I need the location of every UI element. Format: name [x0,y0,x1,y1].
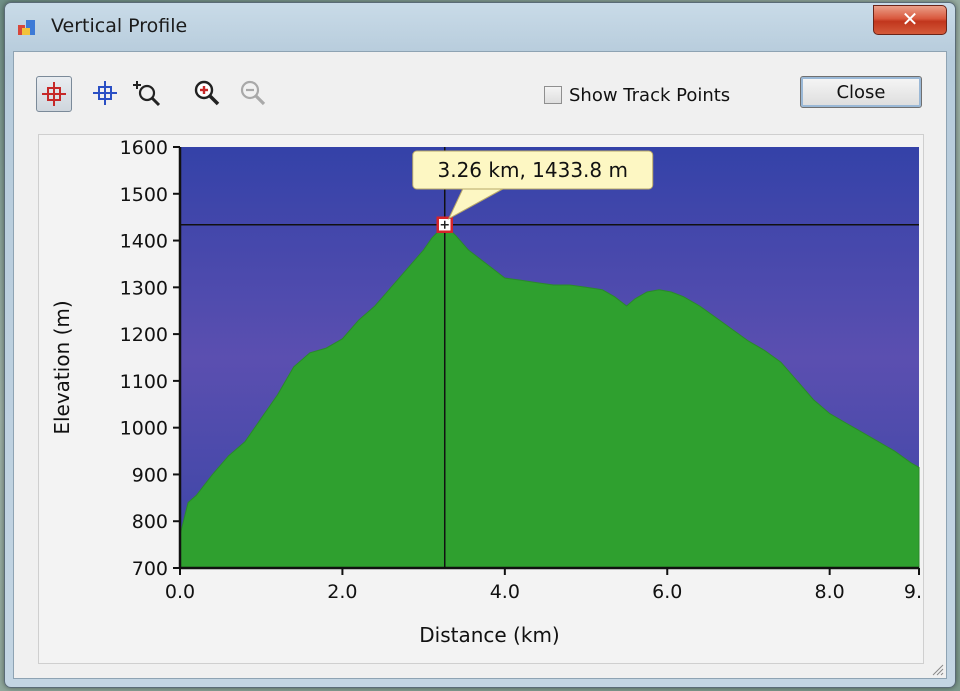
select-point-tool[interactable] [88,76,122,110]
y-tick-label: 1600 [120,137,168,159]
x-tick-label: 2.0 [327,581,357,603]
y-axis-label: Elevation (m) [50,300,74,434]
zoom-out-tool[interactable] [236,76,270,110]
y-tick-label: 1300 [120,277,168,299]
x-tick-label: 0.0 [165,581,195,603]
y-tick-label: 700 [132,558,168,580]
y-tick-label: 1100 [120,371,168,393]
x-tick-label: 6.0 [652,581,682,603]
elevation-chart[interactable]: 700 800 900 1000 1100 1200 1300 1400 1500 1600 0.0… [38,134,924,664]
zoom-in-tool[interactable] [190,76,224,110]
x-axis-label: Distance (km) [419,623,559,647]
y-tick-label: 1200 [120,324,168,346]
window-title: Vertical Profile [51,15,188,37]
vertical-profile-window: Vertical Profile ✕ Show Track Points Clo… [4,2,956,688]
zoom-region-tool[interactable] [130,76,164,110]
y-tick-label: 800 [132,511,168,533]
zoom-out-icon [240,80,266,106]
show-track-points-label[interactable]: Show Track Points [569,85,730,106]
close-icon: ✕ [901,7,919,31]
y-tick-label: 900 [132,464,168,486]
y-tick-label: 1000 [120,418,168,440]
x-tick-label: 8.0 [815,581,845,603]
zoom-region-icon [133,81,161,107]
app-icon [18,20,35,35]
y-tick-label: 1400 [120,231,168,253]
y-tick-label: 1500 [120,184,168,206]
zoom-in-icon [194,80,220,106]
elevation-chart-svg[interactable]: 700 800 900 1000 1100 1200 1300 1400 1500 1600 0.0… [39,135,923,663]
blue-crosshair-icon [93,81,117,105]
show-track-points-checkbox[interactable] [544,86,562,104]
resize-grip-icon[interactable] [930,662,944,676]
x-tick-label: 4.0 [490,581,520,603]
client-area: Show Track Points Close 700 800 900 1000 110… [13,51,947,679]
x-tick-label: 9.1 [904,581,923,603]
select-track-tool[interactable] [36,76,72,112]
window-close-button[interactable]: ✕ [873,5,947,35]
red-crosshair-icon [42,82,66,106]
close-button[interactable]: Close [800,76,922,108]
cursor-tooltip-text: 3.26 km, 1433.8 m [437,158,628,182]
title-bar[interactable]: Vertical Profile ✕ [5,3,955,51]
